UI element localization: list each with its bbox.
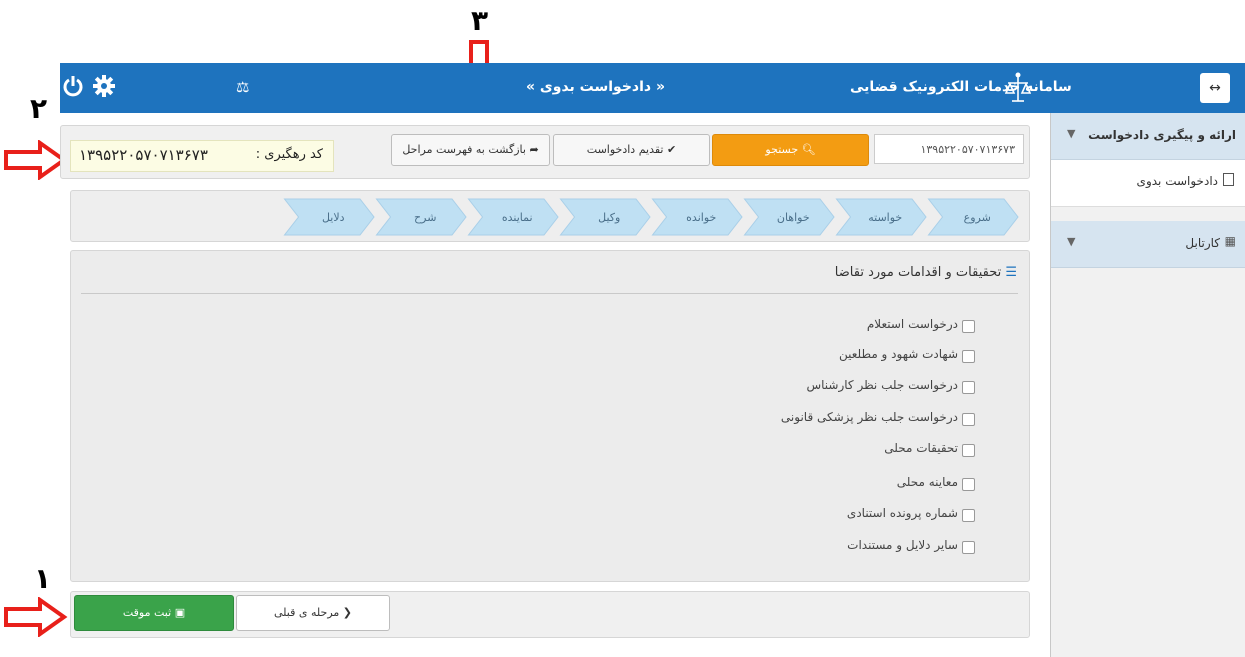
checkbox[interactable] — [962, 444, 975, 457]
breadcrumb: « دادخواست بدوی » — [526, 79, 666, 95]
checkbox-label: تحقیقات محلی — [884, 441, 958, 455]
checkbox-row[interactable]: سایر دلایل و مستندات — [847, 538, 975, 556]
gear-icon[interactable] — [93, 75, 115, 97]
step-label: خواهان — [777, 211, 810, 224]
search-input[interactable] — [874, 134, 1024, 164]
steps-chevrons: شروع خواسته خواهان خوانده وکیل نماینده شرح دلای… — [283, 198, 1019, 236]
divider — [81, 293, 1018, 294]
step-7[interactable]: دلایل — [283, 198, 375, 236]
annotation-number-2: ۲ — [30, 92, 48, 125]
step-label: دلایل — [322, 211, 345, 224]
step-1[interactable]: خواسته — [835, 198, 927, 236]
tracking-code: ۱۳۹۵۲۲۰۵۷۰۷۱۳۶۷۳ — [79, 146, 208, 164]
checkbox-label: معاینه محلی — [896, 475, 958, 489]
checkbox[interactable] — [962, 413, 975, 426]
header-bar: ⚖ « دادخواست بدوی » سامانه خدمات الکترون… — [60, 63, 1245, 113]
checkbox-row[interactable]: درخواست جلب نظر کارشناس — [806, 378, 975, 396]
submit-petition-label: تقدیم دادخواست — [586, 143, 664, 156]
checkbox-label: درخواست استعلام — [866, 317, 958, 331]
list-icon: ☰ — [1005, 265, 1017, 280]
tracking-label: کد رهگیری : — [255, 147, 323, 162]
search-icon: 🔍︎ — [801, 143, 816, 156]
section-title: ☰ تحقیقات و اقدامات مورد تقاضا — [835, 265, 1017, 280]
checkbox[interactable] — [962, 509, 975, 522]
temporary-save-button[interactable]: ▣ ثبت موقت — [74, 595, 234, 631]
judiciary-logo — [1005, 72, 1031, 102]
checkbox[interactable] — [962, 478, 975, 491]
sidebar-item-label: ارائه و پیگیری دادخواست — [1088, 128, 1236, 142]
step-4[interactable]: وکیل — [559, 198, 651, 236]
sidebar-item-label: دادخواست بدوی — [1136, 174, 1218, 188]
save-icon: ▣ — [174, 606, 186, 619]
checkbox-label: سایر دلایل و مستندات — [847, 538, 958, 552]
checkbox-row[interactable]: شهادت شهود و مطلعین — [839, 347, 975, 365]
step-0[interactable]: شروع — [927, 198, 1019, 236]
step-label: شروع — [964, 211, 991, 224]
annotation-number-3: ۳ — [471, 4, 489, 37]
sidebar-item-label: کارتابل — [1185, 236, 1220, 250]
chevron-down-icon: ▼ — [1067, 127, 1076, 140]
reply-icon: ➦ — [529, 143, 539, 156]
checkbox[interactable] — [962, 541, 975, 554]
checkbox[interactable] — [962, 320, 975, 333]
step-label: شرح — [414, 211, 436, 224]
section-title-text: تحقیقات و اقدامات مورد تقاضا — [834, 265, 1002, 280]
step-label: وکیل — [598, 211, 620, 224]
checkbox-row[interactable]: تحقیقات محلی — [884, 441, 975, 459]
page-title: سامانه خدمات الکترونیک قضایی — [850, 79, 1072, 95]
back-to-steps-button[interactable]: ➦ بازگشت به فهرست مراحل — [391, 134, 550, 166]
checkbox-row[interactable]: درخواست جلب نظر پزشکی قانونی — [781, 410, 975, 428]
sidebar: ▼ ارائه و پیگیری دادخواست دادخواست بدوی … — [1050, 113, 1245, 657]
back-to-steps-label: بازگشت به فهرست مراحل — [402, 143, 526, 156]
step-2[interactable]: خواهان — [743, 198, 835, 236]
tracking-code-box: کد رهگیری : ۱۳۹۵۲۲۰۵۷۰۷۱۳۶۷۳ — [70, 140, 334, 172]
annotation-number-1: ۱ — [34, 562, 52, 595]
sidebar-item-petition[interactable]: ▼ ارائه و پیگیری دادخواست — [1051, 113, 1245, 160]
search-label: جستجو — [765, 143, 799, 156]
sidebar-item-inbox[interactable]: ▼ ▦ کارتابل — [1051, 221, 1245, 268]
step-3[interactable]: خوانده — [651, 198, 743, 236]
checkbox[interactable] — [962, 350, 975, 363]
sidebar-item-initial-petition[interactable]: دادخواست بدوی — [1051, 160, 1245, 207]
step-label: خوانده — [686, 211, 716, 224]
checkbox-row[interactable]: معاینه محلی — [897, 475, 975, 493]
step-6[interactable]: شرح — [375, 198, 467, 236]
list-icon — [1223, 173, 1234, 186]
checkbox-label: شماره پرونده استنادی — [846, 506, 958, 520]
annotation-arrow-right-2 — [4, 140, 68, 180]
checkbox-label: درخواست جلب نظر پزشکی قانونی — [780, 410, 958, 424]
menu-toggle-button[interactable]: ↔ — [1200, 73, 1230, 103]
step-label: خواسته — [868, 211, 902, 224]
checkbox-row[interactable]: درخواست استعلام — [867, 317, 975, 335]
previous-step-button[interactable]: ❮ مرحله ی قبلی — [236, 595, 390, 631]
grid-icon: ▦ — [1224, 234, 1236, 248]
step-5[interactable]: نماینده — [467, 198, 559, 236]
temporary-save-label: ثبت موقت — [122, 606, 172, 619]
annotation-arrow-right-1 — [4, 597, 68, 637]
checkbox-label: شهادت شهود و مطلعین — [838, 347, 958, 361]
scales-icon[interactable]: ⚖ — [236, 78, 249, 96]
chevron-down-icon: ▼ — [1067, 235, 1076, 248]
chevron-left-icon: ❮ — [342, 606, 352, 619]
search-button[interactable]: 🔍︎ جستجو — [712, 134, 869, 166]
checkbox[interactable] — [962, 381, 975, 394]
submit-petition-button[interactable]: ✔ تقدیم دادخواست — [553, 134, 710, 166]
checkbox-row[interactable]: شماره پرونده استنادی — [847, 506, 975, 524]
step-label: نماینده — [502, 211, 533, 224]
check-icon: ✔ — [666, 143, 677, 156]
checkbox-label: درخواست جلب نظر کارشناس — [806, 378, 959, 392]
previous-step-label: مرحله ی قبلی — [273, 606, 340, 619]
power-icon[interactable] — [62, 75, 84, 99]
